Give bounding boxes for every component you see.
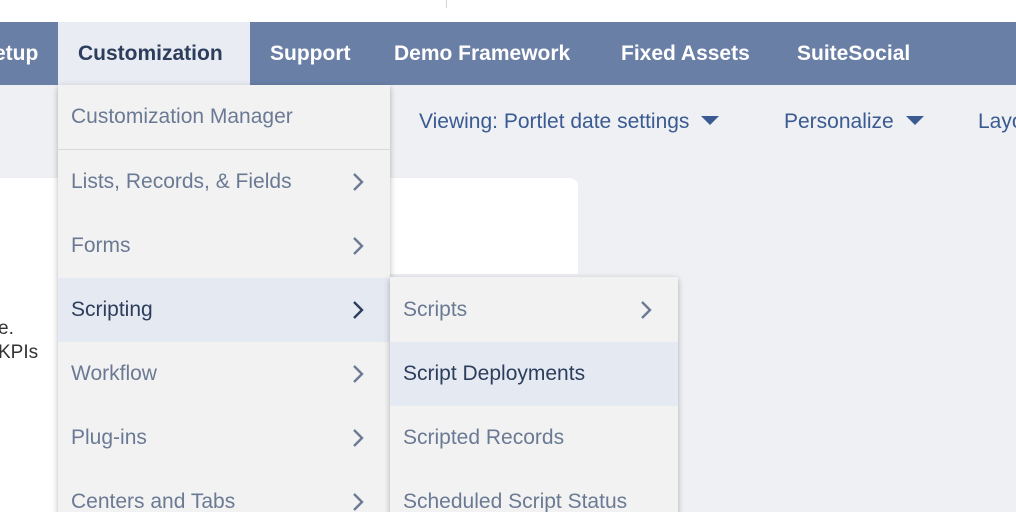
menu-item-label: Workflow — [71, 362, 157, 385]
chevron-right-icon — [353, 365, 364, 383]
menu-item-centers-and-tabs[interactable]: Centers and Tabs — [58, 470, 390, 512]
chevron-right-icon — [353, 173, 364, 191]
nav-tab-suitesocial[interactable]: SuiteSocial — [797, 22, 910, 85]
submenu-item-scripted-records[interactable]: Scripted Records — [390, 406, 678, 470]
chevron-right-icon — [353, 429, 364, 447]
menu-item-label: Script Deployments — [403, 362, 586, 385]
main-navbar: etup Customization Support Demo Framewor… — [0, 22, 1016, 85]
nav-tab-setup[interactable]: etup — [0, 22, 38, 85]
chevron-right-icon — [353, 237, 364, 255]
personalize-label: Personalize — [784, 110, 894, 133]
nav-tab-fixed-assets[interactable]: Fixed Assets — [621, 22, 750, 85]
submenu-item-scheduled-script-status[interactable]: Scheduled Script Status — [390, 470, 678, 512]
chevron-right-icon — [353, 301, 364, 319]
chevron-right-icon — [641, 301, 652, 319]
menu-item-label: Plug-ins — [71, 426, 147, 449]
viewing-dropdown[interactable]: Viewing: Portlet date settings — [419, 107, 720, 137]
menu-item-label: Forms — [71, 234, 131, 257]
menu-item-workflow[interactable]: Workflow — [58, 342, 390, 406]
menu-item-label: Scripts — [403, 298, 468, 321]
menu-item-plug-ins[interactable]: Plug-ins — [58, 406, 390, 470]
menu-item-label: Customization Manager — [71, 105, 293, 128]
menu-item-label: Centers and Tabs — [71, 490, 236, 512]
menu-item-label: Scripted Records — [403, 426, 565, 449]
scripting-submenu: Scripts Script Deployments Scripted Reco… — [390, 277, 678, 512]
menu-item-forms[interactable]: Forms — [58, 214, 390, 278]
menu-item-label: Lists, Records, & Fields — [71, 170, 292, 193]
submenu-item-script-deployments[interactable]: Script Deployments — [390, 342, 678, 406]
submenu-item-scripts[interactable]: Scripts — [390, 278, 678, 342]
portlet-text-line1: e. — [0, 318, 14, 339]
customization-menu: Customization Manager Lists, Records, & … — [58, 85, 390, 512]
chevron-right-icon — [353, 493, 364, 511]
nav-tab-demo-framework[interactable]: Demo Framework — [394, 22, 570, 85]
viewing-label: Viewing: Portlet date settings — [419, 110, 690, 133]
menu-item-label: Scripting — [71, 298, 153, 321]
menu-item-scripting[interactable]: Scripting — [58, 278, 390, 342]
menu-item-customization-manager[interactable]: Customization Manager — [58, 85, 390, 149]
nav-tab-customization[interactable]: Customization — [58, 22, 250, 85]
top-bar — [0, 0, 1016, 22]
caret-down-icon — [701, 115, 720, 125]
menu-item-label: Scheduled Script Status — [403, 490, 628, 512]
portlet-text-line2: KPIs — [0, 342, 39, 363]
caret-down-icon — [905, 115, 924, 125]
portlet-card-lower: e. KPIs — [0, 274, 60, 512]
layout-dropdown[interactable]: Layo — [978, 107, 1016, 137]
top-divider — [446, 0, 447, 8]
menu-item-lists-records-fields[interactable]: Lists, Records, & Fields — [58, 150, 390, 214]
personalize-dropdown[interactable]: Personalize — [784, 107, 924, 137]
nav-tab-support[interactable]: Support — [270, 22, 350, 85]
